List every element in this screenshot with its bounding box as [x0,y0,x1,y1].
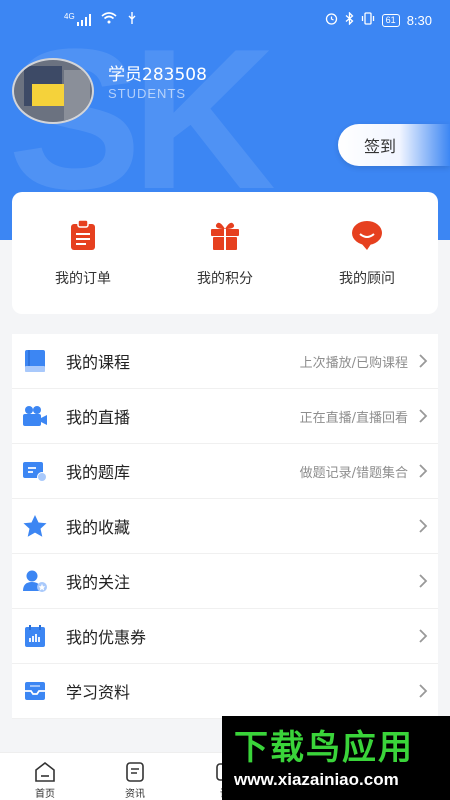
watermark-banner: 下载鸟应用 www.xiazainiao.com [222,716,450,800]
chevron-right-icon [419,574,428,588]
quick-action-orders[interactable]: 我的订单 [28,218,138,314]
quick-action-label: 我的积分 [197,271,253,287]
chevron-right-icon [419,629,428,643]
network-type: 4G [64,12,75,21]
signin-button[interactable]: 签到 [338,124,450,166]
quick-action-advisor[interactable]: 我的顾问 [312,218,422,314]
tab-label: 资讯 [125,789,145,800]
book-icon [20,346,50,376]
star-icon [20,511,50,541]
chevron-right-icon [419,684,428,698]
tab-home[interactable]: 首页 [0,753,90,800]
quick-action-label: 我的顾问 [339,271,395,287]
menu-item-label: 我的课程 [66,353,131,372]
chevron-right-icon [419,519,428,533]
menu-item-question-bank[interactable]: 我的题库 做题记录/错题集合 [12,444,438,499]
avatar[interactable] [12,58,94,124]
battery-level: 61 [381,13,400,27]
watermark-title: 下载鸟应用 [234,728,414,768]
menu-item-label: 我的关注 [66,573,131,592]
menu-item-hint: 正在直播/直播回看 [299,410,408,426]
tab-news[interactable]: 资讯 [90,753,180,800]
alarm-icon [325,12,338,28]
menu-item-label: 我的题库 [66,463,131,482]
user-name: 学员283508 [108,65,207,85]
menu-item-coupons[interactable]: 我的优惠券 [12,609,438,664]
menu-item-label: 我的直播 [66,408,131,427]
menu-list: 我的课程 上次播放/已购课程 我的直播 正在直播/直播回看 我的题库 做题记录/… [12,334,438,719]
watermark-url: www.xiazainiao.com [234,770,399,789]
user-star-icon [20,566,50,596]
gift-icon [208,218,242,252]
chat-bubble-icon [350,218,384,252]
inbox-icon [20,676,50,706]
signal-icon [76,13,91,26]
quick-action-points[interactable]: 我的积分 [170,218,280,314]
ticket-icon [20,456,50,486]
chevron-right-icon [419,409,428,423]
chevron-right-icon [419,354,428,368]
quick-action-label: 我的订单 [55,271,111,287]
menu-item-following[interactable]: 我的关注 [12,554,438,609]
menu-item-label: 学习资料 [66,683,131,702]
status-time: 8:30 [406,12,432,28]
home-icon [35,761,55,782]
calendar-icon [20,621,50,651]
menu-item-label: 我的优惠券 [66,628,147,647]
clipboard-icon [66,218,100,252]
chevron-right-icon [419,464,428,478]
status-bar: 4G 61 8:30 [0,10,450,32]
tab-label: 首页 [35,789,55,800]
news-icon [126,762,144,782]
video-camera-icon [20,401,50,431]
user-role: STUDENTS [108,86,187,101]
usb-icon [127,12,137,27]
vibrate-icon [361,12,375,28]
menu-item-hint: 做题记录/错题集合 [299,465,408,481]
bluetooth-icon [345,11,354,28]
menu-item-label: 我的收藏 [66,518,131,537]
menu-item-hint: 上次播放/已购课程 [299,355,408,371]
wifi-icon [101,12,117,27]
menu-item-materials[interactable]: 学习资料 [12,664,438,719]
menu-item-favorites[interactable]: 我的收藏 [12,499,438,554]
quick-actions-card: 我的订单 我的积分 我的顾问 [12,192,438,314]
menu-item-courses[interactable]: 我的课程 上次播放/已购课程 [12,334,438,389]
menu-item-live[interactable]: 我的直播 正在直播/直播回看 [12,389,438,444]
